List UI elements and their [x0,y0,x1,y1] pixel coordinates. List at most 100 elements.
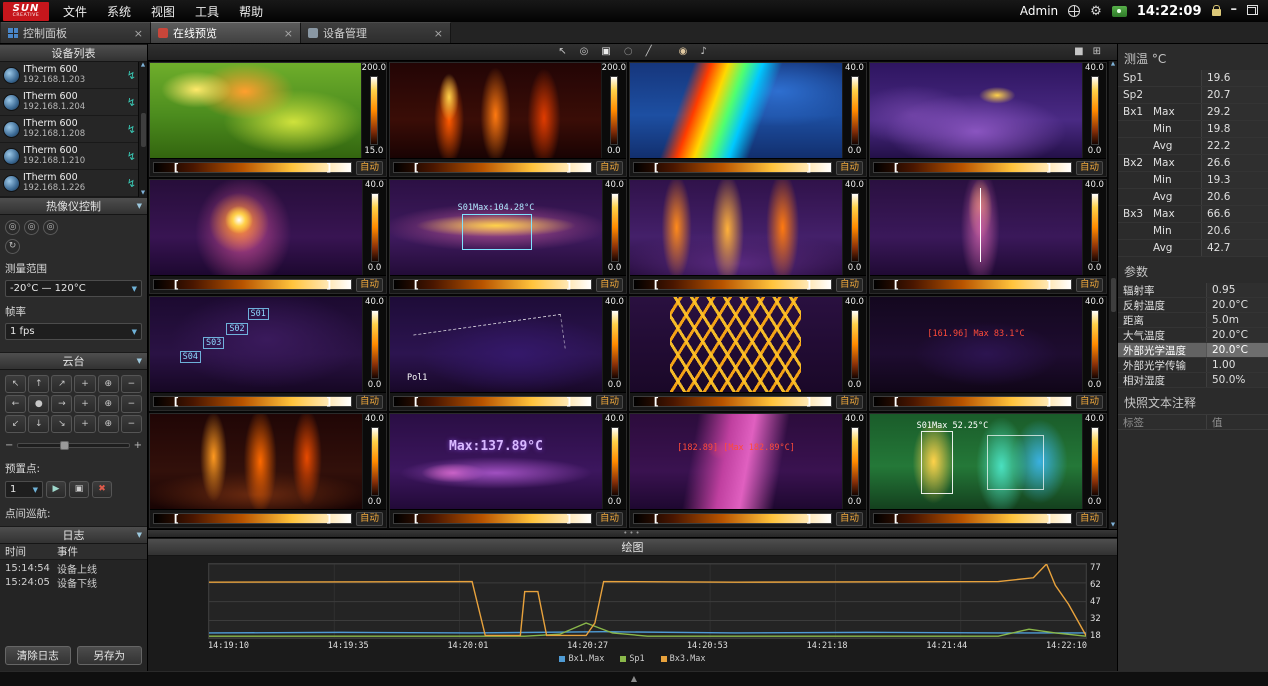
chevron-down-icon[interactable]: ▼ [137,531,142,539]
audio-icon[interactable]: ♪ [700,47,706,57]
ellipse-icon[interactable]: ○ [624,47,633,57]
ptz-button[interactable]: ⊕ [98,375,119,393]
collapse-button[interactable]: ▲ [631,675,637,683]
video-cell[interactable]: Max:137.89°C40.00.0[]自动 [389,413,627,528]
colorbar[interactable]: [] [633,396,832,407]
scroll-thumb[interactable] [141,113,146,147]
auto-button[interactable]: 自动 [356,278,383,292]
range-bracket-left[interactable]: [ [654,160,659,175]
colorbar[interactable]: [] [393,396,592,407]
range-bracket-right[interactable]: ] [1046,394,1051,409]
scroll-up-icon[interactable]: ▲ [141,63,145,69]
param-row[interactable]: 距离5.0m [1118,313,1268,328]
menu-item[interactable]: 系统 [107,3,131,20]
range-bracket-left[interactable]: [ [654,511,659,526]
connect-lightning-icon[interactable]: ↯ [127,69,136,82]
preset-edit-button[interactable]: ▣ [69,481,89,498]
range-bracket-left[interactable]: [ [414,160,419,175]
auto-button[interactable]: 自动 [596,512,623,526]
range-bracket-right[interactable]: ] [566,277,571,292]
auto-button[interactable]: 自动 [356,161,383,175]
colorbar[interactable]: [] [873,396,1072,407]
colorbar[interactable]: [] [153,513,352,524]
param-row[interactable]: 相对湿度50.0% [1118,373,1268,388]
lock-icon[interactable] [1212,9,1221,16]
preset-select[interactable]: 1 ▼ [5,481,43,498]
trend-chart[interactable] [208,563,1087,639]
menu-item[interactable]: 工具 [195,3,219,20]
video-cell[interactable]: 40.00.0[]自动 [149,413,387,528]
target-icon[interactable]: ◎ [580,47,589,57]
log-row[interactable]: 15:24:05设备下线 [5,575,142,589]
param-row[interactable]: 反射温度20.0°C [1118,298,1268,313]
range-bracket-right[interactable]: ] [566,160,571,175]
scroll-up-icon[interactable]: ▲ [1111,62,1115,68]
colorbar[interactable]: [] [153,279,352,290]
connect-lightning-icon[interactable]: ↯ [127,177,136,190]
scroll-down-icon[interactable]: ▼ [141,191,145,197]
ptz-button[interactable]: ● [28,395,49,413]
ptz-button[interactable]: + [74,415,95,433]
range-bracket-left[interactable]: [ [894,394,899,409]
minimize-button[interactable]: – [1231,3,1238,16]
range-bracket-left[interactable]: [ [654,394,659,409]
language-globe-icon[interactable] [1068,5,1080,17]
colorbar[interactable]: [] [633,162,832,173]
range-bracket-right[interactable]: ] [806,511,811,526]
connect-lightning-icon[interactable]: ↯ [127,123,136,136]
auto-button[interactable]: 自动 [836,395,863,409]
auto-button[interactable]: 自动 [596,395,623,409]
preset-go-button[interactable]: ▶ [46,481,66,498]
ptz-header[interactable]: 云台 ▼ [0,352,147,370]
grid-scrollbar[interactable]: ▲ ▼ [1108,61,1117,529]
ptz-button[interactable]: ↑ [28,375,49,393]
preset-delete-button[interactable]: ✖ [92,481,112,498]
range-bracket-right[interactable]: ] [1046,277,1051,292]
device-list-item[interactable]: ITherm 600192.168.1.226↯ [0,170,138,197]
menu-item[interactable]: 文件 [63,3,87,20]
device-list-item[interactable]: ITherm 600192.168.1.204↯ [0,89,138,116]
connect-lightning-icon[interactable]: ↯ [127,96,136,109]
menu-item[interactable]: 视图 [151,3,175,20]
auto-button[interactable]: 自动 [596,161,623,175]
range-bracket-left[interactable]: [ [174,160,179,175]
scroll-down-icon[interactable]: ▼ [1111,523,1115,529]
palette-icon[interactable]: ▣ [601,47,610,57]
slider-plus[interactable]: + [134,440,142,451]
video-cell[interactable]: 40.00.0[]自动 [149,179,387,294]
range-bracket-right[interactable]: ] [1046,511,1051,526]
range-bracket-right[interactable]: ] [1046,160,1051,175]
chart-header[interactable]: 绘图 [148,538,1117,556]
range-bracket-right[interactable]: ] [566,511,571,526]
range-bracket-left[interactable]: [ [174,511,179,526]
colorbar[interactable]: [] [873,162,1072,173]
chevron-down-icon[interactable]: ▼ [137,202,142,210]
colorbar[interactable]: [] [633,279,832,290]
colorbar[interactable]: [] [153,162,352,173]
calibration-button[interactable]: ◎ [43,220,58,235]
log-header[interactable]: 日志 ▼ [0,526,147,544]
cursor-icon[interactable]: ↖ [558,47,566,57]
ptz-button[interactable]: + [74,375,95,393]
connect-lightning-icon[interactable]: ↯ [127,150,136,163]
ptz-button[interactable]: → [51,395,72,413]
tab-close-icon[interactable]: × [134,27,143,40]
ptz-button[interactable]: ↙ [5,415,26,433]
ptz-button[interactable]: + [74,395,95,413]
range-bracket-right[interactable]: ] [806,394,811,409]
ptz-button[interactable]: ↓ [28,415,49,433]
range-bracket-left[interactable]: [ [414,511,419,526]
device-list-header[interactable]: 设备列表 [0,44,147,62]
record-indicator-icon[interactable] [1112,6,1127,17]
range-bracket-right[interactable]: ] [326,511,331,526]
range-bracket-left[interactable]: [ [414,277,419,292]
range-bracket-left[interactable]: [ [894,511,899,526]
ptz-button[interactable]: ⊕ [98,395,119,413]
calibration-button[interactable]: ◎ [5,220,20,235]
video-cell[interactable]: S01S02S03S0440.00.0[]自动 [149,296,387,411]
param-row[interactable]: 辐射率0.95 [1118,283,1268,298]
auto-button[interactable]: 自动 [1076,512,1103,526]
ptz-button[interactable]: − [121,395,142,413]
range-bracket-right[interactable]: ] [326,277,331,292]
colorbar[interactable]: [] [393,162,592,173]
